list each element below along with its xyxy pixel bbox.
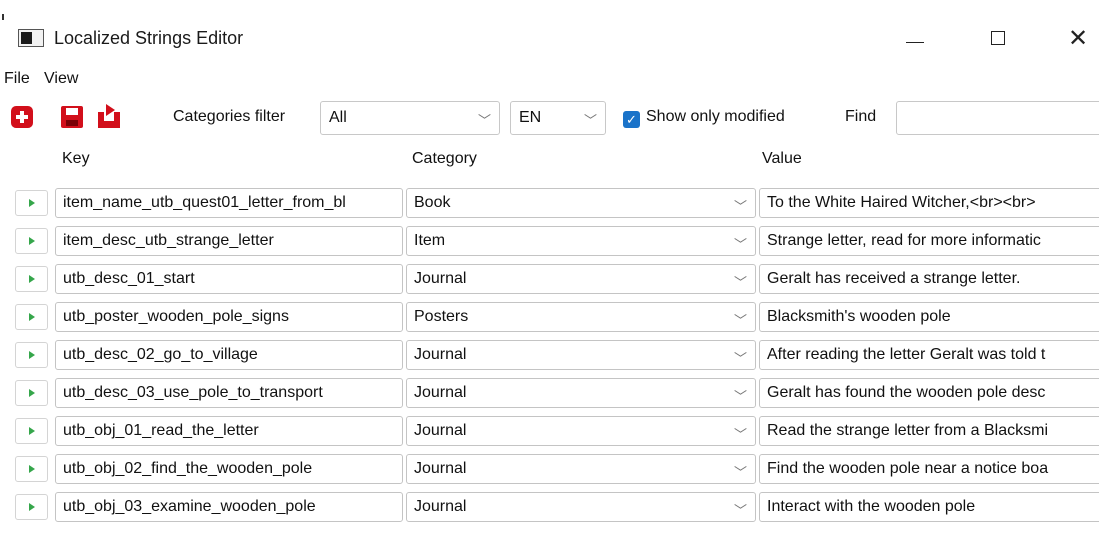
find-label: Find (845, 108, 877, 125)
value-field[interactable]: Geralt has received a strange letter. (759, 264, 1099, 294)
maximize-button[interactable] (978, 18, 1018, 58)
chevron-down-icon: ﹀ (733, 275, 747, 290)
column-header-category[interactable]: Category (412, 150, 477, 168)
chevron-down-icon: ﹀ (733, 465, 747, 480)
category-select[interactable]: Journal ﹀ (406, 340, 756, 370)
chevron-down-icon: ﹀ (477, 113, 491, 128)
value-field[interactable]: Strange letter, read for more informatic (759, 226, 1099, 256)
table-row: utb_desc_02_go_to_village Journal ﹀ After… (0, 338, 1099, 372)
close-icon: ✕ (1067, 24, 1089, 52)
minimize-icon (906, 41, 924, 43)
add-icon[interactable] (11, 106, 33, 128)
table-row: utb_desc_01_start Journal ﹀ Geralt has re… (0, 262, 1099, 296)
category-select[interactable]: Journal ﹀ (406, 264, 756, 294)
window-title: Localized Strings Editor (54, 28, 244, 48)
category-select[interactable]: Book ﹀ (406, 188, 756, 218)
category-select[interactable]: Journal ﹀ (406, 492, 756, 522)
chevron-down-icon: ﹀ (733, 389, 747, 404)
chevron-down-icon: ﹀ (733, 351, 747, 366)
save-icon[interactable] (61, 106, 83, 128)
key-field[interactable]: utb_desc_03_use_pole_to_transport (55, 378, 403, 408)
checkmark-icon: ✓ (626, 112, 637, 127)
table-row: item_desc_utb_strange_letter Item ﹀ Stran… (0, 224, 1099, 258)
find-input[interactable] (896, 101, 1099, 135)
table-row: utb_obj_01_read_the_letter Journal ﹀ Read… (0, 414, 1099, 448)
key-field[interactable]: item_desc_utb_strange_letter (55, 226, 403, 256)
table-row: utb_poster_wooden_pole_signs Posters ﹀ Bl… (0, 300, 1099, 334)
column-header-value[interactable]: Value (762, 150, 802, 168)
expand-row-button[interactable] (15, 494, 48, 520)
menu-file[interactable]: File (4, 70, 30, 88)
key-field[interactable]: item_name_utb_quest01_letter_from_bl (55, 188, 403, 218)
expand-row-button[interactable] (15, 190, 48, 216)
category-select[interactable]: Item ﹀ (406, 226, 756, 256)
value-field[interactable]: To the White Haired Witcher,<br><br> (759, 188, 1099, 218)
chevron-down-icon: ﹀ (733, 199, 747, 214)
menu-bar: File View (0, 68, 1099, 92)
category-filter-value: All (329, 109, 347, 126)
minimize-button[interactable] (895, 18, 935, 58)
show-only-modified-label[interactable]: Show only modified (646, 108, 785, 126)
menu-view[interactable]: View (44, 70, 78, 88)
column-header-key[interactable]: Key (62, 150, 90, 168)
key-field[interactable]: utb_poster_wooden_pole_signs (55, 302, 403, 332)
table-row: utb_desc_03_use_pole_to_transport Journa… (0, 376, 1099, 410)
categories-filter-label: Categories filter (173, 108, 286, 125)
key-field[interactable]: utb_desc_02_go_to_village (55, 340, 403, 370)
language-value: EN (519, 109, 542, 126)
expand-row-button[interactable] (15, 456, 48, 482)
category-select[interactable]: Journal ﹀ (406, 454, 756, 484)
show-only-modified-checkbox[interactable]: ✓ (623, 111, 640, 128)
chevron-down-icon: ﹀ (733, 427, 747, 442)
value-field[interactable]: Interact with the wooden pole (759, 492, 1099, 522)
chevron-down-icon: ﹀ (733, 313, 747, 328)
category-select[interactable]: Posters ﹀ (406, 302, 756, 332)
category-select[interactable]: Journal ﹀ (406, 416, 756, 446)
key-field[interactable]: utb_desc_01_start (55, 264, 403, 294)
expand-row-button[interactable] (15, 342, 48, 368)
toolbar: Categories filter All ﹀ EN ﹀ ✓ Show only… (0, 94, 1099, 140)
expand-row-button[interactable] (15, 266, 48, 292)
expand-row-button[interactable] (15, 418, 48, 444)
expand-row-button[interactable] (15, 380, 48, 406)
expand-row-button[interactable] (15, 228, 48, 254)
table-row: item_name_utb_quest01_letter_from_bl Boo… (0, 186, 1099, 220)
close-button[interactable]: ✕ (1058, 18, 1098, 58)
table-row: utb_obj_02_find_the_wooden_pole Journal ﹀… (0, 452, 1099, 486)
key-field[interactable]: utb_obj_03_examine_wooden_pole (55, 492, 403, 522)
table-row: utb_obj_03_examine_wooden_pole Journal ﹀ … (0, 490, 1099, 524)
app-window-icon (18, 29, 44, 47)
expand-row-button[interactable] (15, 304, 48, 330)
value-field[interactable]: After reading the letter Geralt was told… (759, 340, 1099, 370)
value-field[interactable]: Find the wooden pole near a notice boa (759, 454, 1099, 484)
chevron-down-icon: ﹀ (733, 503, 747, 518)
chevron-down-icon: ﹀ (583, 113, 597, 128)
category-select[interactable]: Journal ﹀ (406, 378, 756, 408)
reload-icon[interactable] (98, 104, 120, 128)
value-field[interactable]: Read the strange letter from a Blacksmi (759, 416, 1099, 446)
category-filter-select[interactable]: All ﹀ (320, 101, 500, 135)
key-field[interactable]: utb_obj_02_find_the_wooden_pole (55, 454, 403, 484)
maximize-icon (991, 31, 1005, 45)
value-field[interactable]: Geralt has found the wooden pole desc (759, 378, 1099, 408)
chevron-down-icon: ﹀ (733, 237, 747, 252)
window-corner-mark (2, 14, 4, 20)
key-field[interactable]: utb_obj_01_read_the_letter (55, 416, 403, 446)
value-field[interactable]: Blacksmith's wooden pole (759, 302, 1099, 332)
language-select[interactable]: EN ﹀ (510, 101, 606, 135)
title-bar: Localized Strings Editor ✕ (0, 0, 1099, 68)
